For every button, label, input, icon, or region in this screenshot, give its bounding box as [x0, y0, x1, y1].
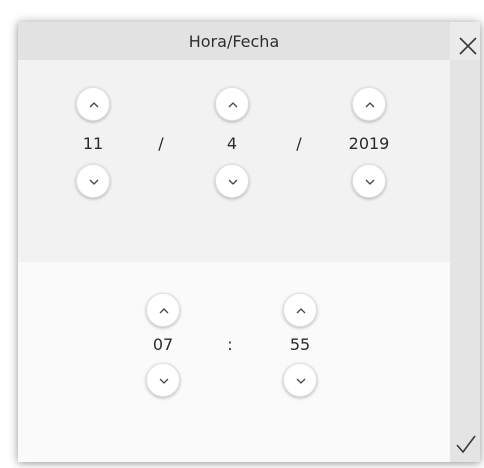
chevron-down-icon — [365, 179, 375, 185]
month-decrement-button[interactable] — [215, 164, 249, 198]
chevron-down-icon — [159, 378, 169, 384]
dialog-titlebar: Hora/Fecha — [18, 22, 450, 60]
minute-decrement-button[interactable] — [283, 363, 317, 397]
checkmark-icon — [456, 435, 476, 454]
time-separator: : — [227, 335, 233, 354]
chevron-up-icon — [228, 102, 238, 108]
minute-value: 55 — [289, 335, 311, 354]
chevron-up-icon — [365, 102, 375, 108]
hour-value: 07 — [152, 335, 174, 354]
day-decrement-button[interactable] — [76, 164, 110, 198]
chevron-up-icon — [296, 308, 306, 314]
chevron-up-icon — [89, 102, 99, 108]
dialog-title: Hora/Fecha — [188, 32, 280, 51]
minute-increment-button[interactable] — [283, 293, 317, 327]
day-value: 11 — [82, 134, 104, 153]
date-panel: 11 / 4 / 2019 — [18, 60, 450, 262]
month-value: 4 — [226, 134, 238, 153]
chevron-down-icon — [89, 179, 99, 185]
year-value: 2019 — [348, 134, 390, 153]
chevron-down-icon — [228, 179, 238, 185]
day-increment-button[interactable] — [76, 87, 110, 121]
hour-decrement-button[interactable] — [146, 363, 180, 397]
confirm-button[interactable] — [454, 432, 478, 456]
action-rail — [450, 60, 480, 462]
datetime-dialog: Hora/Fecha 11 / 4 / 2019 07: 55 — [18, 22, 480, 462]
chevron-up-icon — [159, 308, 169, 314]
hour-increment-button[interactable] — [146, 293, 180, 327]
month-increment-button[interactable] — [215, 87, 249, 121]
screen: Hora/Fecha 11 / 4 / 2019 07: 55 — [0, 0, 484, 468]
close-icon — [459, 37, 477, 55]
date-separator-2: / — [296, 134, 302, 153]
close-button[interactable] — [456, 34, 480, 58]
year-increment-button[interactable] — [352, 87, 386, 121]
time-panel: 07 : 55 — [18, 262, 450, 462]
year-decrement-button[interactable] — [352, 164, 386, 198]
date-separator-1: / — [158, 134, 164, 153]
chevron-down-icon — [296, 378, 306, 384]
